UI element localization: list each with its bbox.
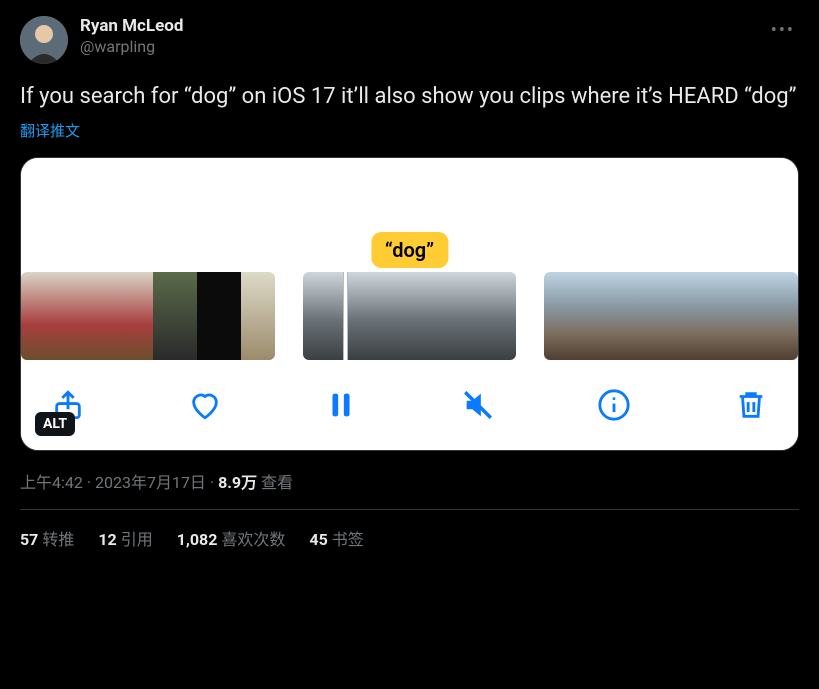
clip-frame [21, 272, 65, 360]
tweet-header: Ryan McLeod @warpling ••• [20, 16, 799, 64]
tweet-container: Ryan McLeod @warpling ••• If you search … [0, 0, 819, 560]
clip-frame [197, 272, 241, 360]
trash-icon[interactable] [734, 388, 768, 422]
stat-quotes[interactable]: 12 引用 [98, 526, 152, 550]
author-block: Ryan McLeod @warpling [80, 16, 183, 57]
stat-likes[interactable]: 1,082喜欢次数 [177, 526, 286, 550]
clip-frame [65, 272, 109, 360]
info-icon[interactable] [597, 388, 631, 422]
caption-bubble: “dog” [371, 232, 448, 268]
clip-frame [764, 272, 798, 360]
clip-frame [720, 272, 764, 360]
clip-frame [153, 272, 197, 360]
stat-retweets[interactable]: 57转推 [20, 526, 74, 550]
media-top: “dog” [21, 158, 798, 268]
clip-frame [303, 272, 347, 360]
count: 57 [20, 530, 38, 549]
count: 12 [98, 530, 116, 549]
display-name[interactable]: Ryan McLeod [80, 16, 183, 37]
clip-frame [479, 272, 515, 360]
sep: · [83, 473, 95, 492]
clip-group[interactable] [21, 272, 275, 360]
clip-row[interactable] [21, 268, 798, 366]
count: 1,082 [177, 530, 218, 549]
pause-icon[interactable] [324, 388, 358, 422]
tweet-body: If you search for “dog” on iOS 17 it’ll … [20, 82, 799, 112]
playhead[interactable] [343, 272, 348, 360]
tweet-meta: 上午4:42 · 2023年7月17日 · 8.9万 查看 [20, 469, 799, 493]
translate-link[interactable]: 翻译推文 [20, 120, 80, 141]
time[interactable]: 上午4:42 [20, 473, 83, 492]
clip-frame [347, 272, 391, 360]
clip-group[interactable] [544, 272, 798, 360]
avatar[interactable] [20, 16, 68, 64]
heart-icon[interactable] [188, 388, 222, 422]
views-label: 查看 [257, 473, 293, 492]
date[interactable]: 2023年7月17日 [95, 473, 206, 492]
clip-frame [588, 272, 632, 360]
views-count: 8.9万 [218, 473, 257, 492]
label: 喜欢次数 [221, 530, 285, 549]
stat-bookmarks[interactable]: 45 书签 [309, 526, 363, 550]
clip-frame [241, 272, 275, 360]
clip-frame [109, 272, 153, 360]
label: 转推 [42, 530, 74, 549]
handle[interactable]: @warpling [80, 37, 183, 57]
label: 书签 [332, 530, 364, 549]
tweet-stats: 57转推 12 引用 1,082喜欢次数 45 书签 [20, 510, 799, 550]
clip-frame [632, 272, 676, 360]
clip-frame [676, 272, 720, 360]
clip-frame [391, 272, 435, 360]
label: 引用 [121, 530, 153, 549]
sep: · [206, 473, 218, 492]
mute-icon[interactable] [461, 388, 495, 422]
alt-badge[interactable]: ALT [35, 412, 75, 436]
clip-frame [435, 272, 479, 360]
more-button[interactable]: ••• [767, 16, 799, 45]
clip-frame [544, 272, 588, 360]
count: 45 [309, 530, 327, 549]
media-toolbar [21, 366, 798, 450]
media-card[interactable]: “dog” [20, 157, 799, 451]
avatar-image [20, 16, 68, 64]
clip-group[interactable] [303, 272, 515, 360]
